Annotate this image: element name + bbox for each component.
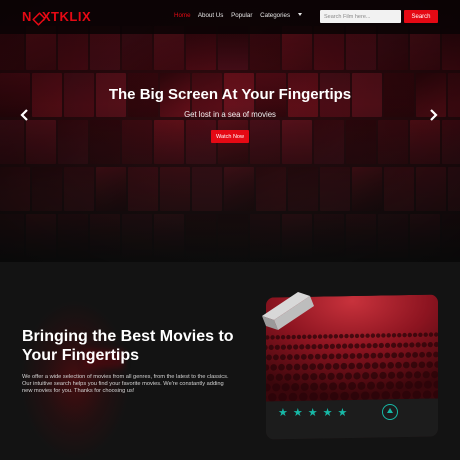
logo-text-start: N	[22, 9, 32, 24]
hero-title: The Big Screen At Your Fingertips	[108, 86, 352, 103]
nav-dropdown-categories[interactable]: Categories	[260, 12, 308, 19]
nav-link-home[interactable]: Home	[174, 12, 191, 19]
star-icon: ★	[278, 407, 293, 419]
search-button[interactable]: Search	[404, 10, 438, 23]
logo-text-end: XTKLIX	[41, 9, 92, 24]
star-icon: ★	[292, 407, 308, 419]
hero-subtitle: Get lost in a sea of movies	[184, 110, 276, 119]
star-icon: ★	[322, 407, 338, 419]
star-icon: ★	[307, 407, 323, 419]
card-rating-bar	[266, 398, 438, 440]
ticket-icon	[262, 292, 314, 330]
chevron-down-icon	[298, 13, 303, 16]
about-description: We offer a wide selection of movies from…	[22, 374, 229, 395]
nav-links: Home About Us Popular Categories	[174, 12, 314, 19]
about-title: Bringing the Best Movies to Your Fingert…	[22, 328, 234, 364]
chevron-right-icon[interactable]	[428, 109, 438, 121]
nav-link-popular[interactable]: Popular	[231, 12, 252, 19]
nav-link-categories: Categories	[260, 12, 291, 19]
logo-o-mark-icon	[33, 12, 41, 22]
navbar: N XTKLIX Home About Us Popular Categories…	[0, 0, 460, 34]
search-input[interactable]	[320, 10, 401, 23]
hero-banner: The Big Screen At Your Fingertips Get lo…	[0, 0, 460, 262]
logo[interactable]: N XTKLIX	[22, 9, 91, 24]
watch-now-button[interactable]: Watch Now	[211, 130, 249, 143]
rating-stars: ★★★★★	[278, 406, 352, 419]
play-icon[interactable]	[382, 404, 398, 420]
chevron-left-icon[interactable]	[20, 109, 30, 121]
nav-link-about-us[interactable]: About Us	[198, 12, 223, 19]
star-icon: ★	[337, 407, 353, 419]
